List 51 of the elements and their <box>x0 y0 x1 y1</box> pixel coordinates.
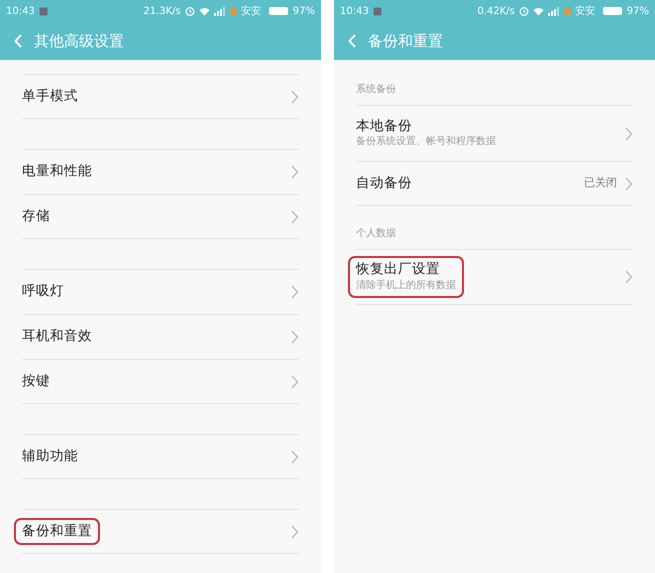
setting-description: 备份系统设置、帐号和程序数据 <box>356 135 496 150</box>
section-header: 系统备份 <box>355 82 397 97</box>
page-title: 备份和重置 <box>368 30 443 52</box>
battery-level: 97% <box>626 4 649 18</box>
dot-icon <box>230 8 237 14</box>
alarm-icon <box>184 6 195 16</box>
setting-label[interactable]: 辅助功能 <box>22 448 78 466</box>
notification-icon <box>372 6 382 16</box>
setting-label[interactable]: 单手模式 <box>22 88 78 106</box>
setting-label[interactable]: 耳机和音效 <box>22 328 92 346</box>
setting-description: 清除手机上的所有数据 <box>356 278 456 293</box>
network-speed: 0.42K/s <box>477 4 515 18</box>
carrier-name: 安安 <box>240 4 261 18</box>
page-title: 其他高级设置 <box>34 30 124 52</box>
setting-label[interactable]: 呼吸灯 <box>22 283 64 301</box>
battery-level: 97% <box>292 4 315 18</box>
chevron-right-icon <box>291 285 299 299</box>
chevron-right-icon <box>291 210 299 224</box>
chevron-right-icon <box>291 374 299 388</box>
setting-label[interactable]: 电量和性能 <box>22 163 92 181</box>
chevron-right-icon <box>291 165 299 179</box>
chevron-right-icon <box>291 330 299 344</box>
back-icon[interactable] <box>348 34 356 48</box>
chevron-right-icon <box>291 450 299 464</box>
chevron-right-icon <box>625 270 633 284</box>
chevron-right-icon <box>625 126 633 140</box>
alarm-icon <box>518 6 529 16</box>
setting-label[interactable]: 按键 <box>22 372 50 390</box>
status-time: 10:43 <box>340 4 369 18</box>
setting-label[interactable]: 恢复出厂设置 <box>356 261 456 279</box>
setting-label[interactable]: 备份和重置 <box>22 522 92 540</box>
battery-icon <box>268 7 289 15</box>
wifi-icon <box>532 6 544 16</box>
wifi-icon <box>198 6 210 16</box>
chevron-right-icon <box>291 90 299 104</box>
signal-icon <box>214 6 226 16</box>
status-time: 10:43 <box>6 4 35 18</box>
notification-icon <box>38 6 48 16</box>
back-icon[interactable] <box>14 34 22 48</box>
setting-label[interactable]: 存储 <box>22 208 50 226</box>
setting-label[interactable]: 自动备份 <box>356 174 412 192</box>
network-speed: 21.3K/s <box>143 4 181 18</box>
section-header: 个人数据 <box>355 227 397 241</box>
battery-icon <box>602 7 623 15</box>
chevron-right-icon <box>625 176 633 190</box>
carrier-name: 安安 <box>574 4 595 18</box>
chevron-right-icon <box>291 524 299 538</box>
setting-label[interactable]: 本地备份 <box>356 118 496 136</box>
signal-icon <box>548 6 560 16</box>
dot-icon <box>564 8 571 14</box>
setting-value: 已关闭 <box>584 175 617 192</box>
